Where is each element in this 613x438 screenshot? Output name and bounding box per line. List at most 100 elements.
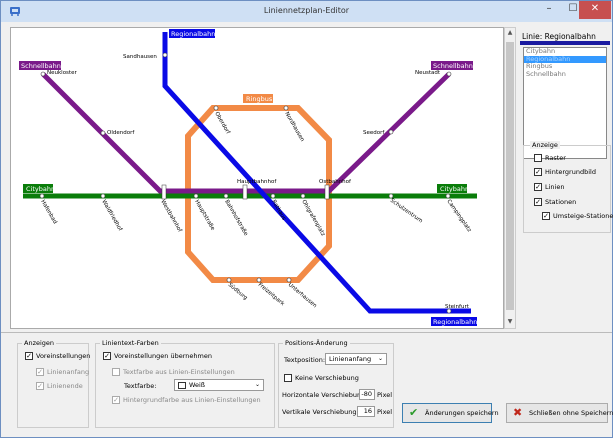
farben-voreinstellungen-checkbox[interactable]: ✓ bbox=[103, 352, 111, 360]
map-vertical-scrollbar[interactable]: ▲ ▼ bbox=[504, 27, 516, 329]
close-without-saving-button[interactable]: ✖ Schließen ohne Speichern bbox=[506, 403, 613, 423]
selected-line-title: Linie: Regionalbahn bbox=[522, 32, 596, 41]
linien-checkbox[interactable]: ✓ bbox=[534, 183, 542, 191]
farben-voreinstellungen-row[interactable]: ✓ Voreinstellungen übernehmen bbox=[103, 352, 212, 360]
textfarbe-aus-checkbox[interactable] bbox=[112, 368, 120, 376]
stationen-checkbox-row[interactable]: ✓ Stationen bbox=[534, 198, 576, 206]
hintergrund-checkbox[interactable]: ✓ bbox=[112, 396, 120, 404]
linien-checkbox-row[interactable]: ✓ Linien bbox=[534, 183, 564, 191]
station-sandhausen[interactable] bbox=[162, 52, 168, 58]
regionalbahn-top-label: Regionalbahn bbox=[171, 30, 215, 38]
textfarbe-aus-label: Textfarbe aus Linien-Einstellungen bbox=[123, 368, 235, 376]
linienanfang-checkbox[interactable]: ✓ bbox=[36, 368, 44, 376]
linienende-checkbox[interactable]: ✓ bbox=[36, 382, 44, 390]
label-campingplatz: Campingplatz bbox=[445, 199, 472, 234]
station-waldfriedhof[interactable] bbox=[100, 193, 106, 199]
chevron-down-icon: ⌄ bbox=[377, 355, 383, 362]
regionalbahn-bottom-label: Regionalbahn bbox=[433, 318, 477, 326]
scrollbar-thumb[interactable] bbox=[506, 42, 514, 310]
station-rathaus[interactable] bbox=[270, 193, 276, 199]
schnellbahn-left-label: Schnellbahn bbox=[21, 62, 61, 70]
anzeigen-legend: Anzeigen bbox=[22, 339, 57, 347]
ringbus-label: Ringbus bbox=[246, 95, 273, 103]
label-steinfurt: Steinfurt bbox=[445, 304, 470, 310]
stationen-checkbox[interactable]: ✓ bbox=[534, 198, 542, 206]
save-changes-button[interactable]: ✔ Änderungen speichern bbox=[402, 403, 499, 423]
station-oberdorf[interactable] bbox=[213, 105, 219, 111]
checkmark-icon: ✔ bbox=[409, 406, 419, 419]
vertical-unit: Pixel bbox=[377, 408, 393, 416]
label-oberdorf: Oberdorf bbox=[213, 111, 231, 136]
schnellbahn-right-label: Schnellbahn bbox=[433, 62, 473, 70]
station-nordhausen[interactable] bbox=[283, 105, 289, 111]
display-options-group: Anzeige Raster ✓ Hintergrundbild ✓ Linien … bbox=[523, 141, 613, 233]
station-bahnhofstrasse[interactable] bbox=[223, 193, 229, 199]
anzeigen-voreinstellungen-checkbox[interactable]: ✓ bbox=[25, 352, 33, 360]
hintergrundbild-label: Hintergrundbild bbox=[545, 168, 596, 176]
network-map[interactable]: Regionalbahn Schnellbahn Schnellbahn Cit… bbox=[11, 28, 504, 329]
close-button[interactable]: ✕ bbox=[579, 1, 611, 19]
station-hafenbad[interactable] bbox=[39, 193, 45, 199]
label-neukloster: Neukloster bbox=[47, 70, 77, 76]
scroll-up-icon[interactable]: ▲ bbox=[505, 29, 515, 36]
linienanfang-row[interactable]: ✓ Linienanfang bbox=[36, 368, 89, 376]
label-schulzentrum: Schulzentrum bbox=[389, 198, 424, 225]
linientext-farben-group: Linientext-Farben ✓ Voreinstellungen über… bbox=[95, 339, 275, 428]
station-neustadt[interactable] bbox=[446, 71, 452, 77]
label-bahnhofstrasse: Bahnhofstraße bbox=[223, 199, 249, 238]
save-changes-label: Änderungen speichern bbox=[425, 409, 499, 417]
station-oldendorf[interactable] bbox=[100, 130, 106, 136]
hintergrundbild-checkbox-row[interactable]: ✓ Hintergrundbild bbox=[534, 168, 596, 176]
linientext-farben-legend: Linientext-Farben bbox=[100, 339, 161, 347]
station-campingplatz[interactable] bbox=[445, 193, 451, 199]
label-waldfriedhof: Waldfriedhof bbox=[100, 199, 123, 233]
umsteige-checkbox-row[interactable]: ✓ Umsteige-Stationen bbox=[542, 212, 613, 220]
textfarbe-select[interactable]: Weiß ⌄ bbox=[174, 379, 264, 391]
textfarbe-swatch bbox=[178, 381, 186, 389]
citybahn-left-label: Citybahn bbox=[26, 185, 55, 193]
minimize-button[interactable]: – bbox=[537, 1, 561, 19]
label-rathaus: Rathaus bbox=[270, 199, 286, 222]
label-oldendorf: Oldendorf bbox=[107, 130, 135, 136]
vertical-label: Vertikale Verschiebung: bbox=[282, 408, 359, 416]
hintergrundbild-checkbox[interactable]: ✓ bbox=[534, 168, 542, 176]
station-neukloster[interactable] bbox=[40, 71, 46, 77]
side-panel: Linie: Regionalbahn Citybahn Regionalbah… bbox=[517, 27, 613, 329]
umsteige-checkbox[interactable]: ✓ bbox=[542, 212, 550, 220]
map-canvas[interactable]: Regionalbahn Schnellbahn Schnellbahn Cit… bbox=[10, 27, 504, 329]
selected-line-color-bar bbox=[520, 41, 610, 45]
close-without-saving-label: Schließen ohne Speichern bbox=[529, 409, 613, 417]
label-hauptstrasse: Hauptstraße bbox=[193, 199, 216, 232]
label-sandhausen: Sandhausen bbox=[123, 54, 157, 60]
station-hauptstrasse[interactable] bbox=[193, 193, 199, 199]
hauptbahnhof-transfer-marker[interactable] bbox=[242, 184, 248, 200]
textposition-label: Textposition: bbox=[284, 356, 326, 364]
vertical-input[interactable]: 16 bbox=[357, 406, 375, 417]
keine-verschiebung-row[interactable]: Keine Verschiebung bbox=[284, 374, 359, 382]
linienende-row[interactable]: ✓ Linienende bbox=[36, 382, 83, 390]
textfarbe-label: Textfarbe: bbox=[124, 382, 157, 390]
label-freizeitpark: Freizeitpark bbox=[257, 282, 286, 308]
keine-verschiebung-label: Keine Verschiebung bbox=[295, 374, 359, 382]
hintergrund-row[interactable]: ✓ Hintergrundfarbe aus Linien-Einstellung… bbox=[112, 396, 261, 404]
ostbahnhof-transfer-marker[interactable] bbox=[324, 184, 330, 200]
raster-checkbox-row[interactable]: Raster bbox=[534, 154, 566, 162]
station-ohlgrafenplatz[interactable] bbox=[300, 193, 306, 199]
label-unterhausen: Unterhausen bbox=[287, 282, 318, 310]
umsteige-label: Umsteige-Stationen bbox=[553, 212, 613, 220]
positions-aenderung-legend: Positions-Änderung bbox=[283, 339, 350, 347]
horizontal-input[interactable]: -80 bbox=[359, 389, 375, 400]
scroll-down-icon[interactable]: ▼ bbox=[505, 318, 515, 325]
title-bar[interactable]: Liniennetzplan-Editor – ☐ ✕ bbox=[1, 1, 612, 22]
station-seedorf[interactable] bbox=[388, 129, 394, 135]
window-title: Liniennetzplan-Editor bbox=[263, 6, 350, 15]
westbahnhof-transfer-marker[interactable] bbox=[161, 184, 167, 200]
textposition-select[interactable]: Linienanfang ⌄ bbox=[325, 353, 387, 365]
line-list-item-schnellbahn[interactable]: Schnellbahn bbox=[524, 70, 606, 79]
keine-verschiebung-checkbox[interactable] bbox=[284, 374, 292, 382]
farben-voreinstellungen-label: Voreinstellungen übernehmen bbox=[114, 352, 212, 360]
raster-checkbox[interactable] bbox=[534, 154, 542, 162]
anzeigen-voreinstellungen-row[interactable]: ✓ Voreinstellungen bbox=[25, 352, 90, 360]
citybahn-right-label: Citybahn bbox=[440, 185, 469, 193]
textfarbe-aus-row[interactable]: Textfarbe aus Linien-Einstellungen bbox=[112, 368, 235, 376]
